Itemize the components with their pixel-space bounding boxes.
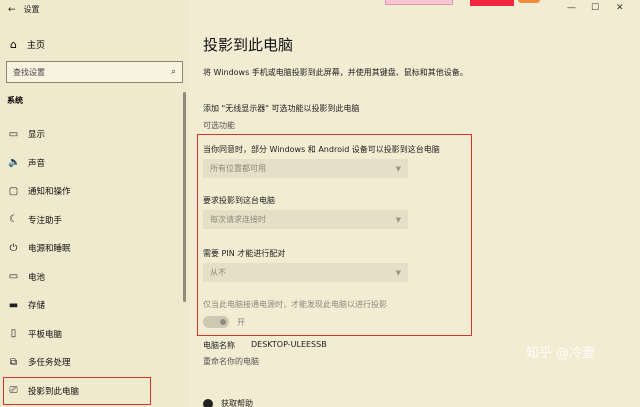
toggle-knob xyxy=(220,319,226,325)
section-heading: 系统 xyxy=(7,96,23,105)
sidebar-nav: ▭ 显示 🔈 声音 ▢ 通知和操作 ☾ 专注助手 ⏻ 电源和睡眠 ▭ 电池 ▬ 存储 ▯ 平板电… xyxy=(0,120,183,405)
setting-label-request: 要求投影到这台电脑 xyxy=(203,196,275,205)
sidebar-item-notifications[interactable]: ▢ 通知和操作 xyxy=(0,177,183,206)
sidebar-item-power[interactable]: ⏻ 电源和睡眠 xyxy=(0,234,183,263)
sound-icon: 🔈 xyxy=(8,157,21,169)
sidebar-item-label: 电池 xyxy=(28,272,46,283)
home-item[interactable]: ⌂ 主页 xyxy=(8,38,45,51)
pin-dropdown[interactable]: 从不 ▼ xyxy=(203,263,408,282)
sidebar-item-label: 存储 xyxy=(28,301,46,312)
battery-icon: ▭ xyxy=(8,271,19,283)
chevron-down-icon: ▼ xyxy=(395,268,401,277)
request-dropdown[interactable]: 每次请求连接时 ▼ xyxy=(203,210,408,229)
pc-name-value: DESKTOP-ULEESSB xyxy=(251,340,327,349)
back-arrow-icon[interactable]: ← xyxy=(8,5,16,15)
display-icon: ▭ xyxy=(8,128,19,140)
sidebar-item-storage[interactable]: ▬ 存储 xyxy=(0,291,183,320)
get-help-link[interactable]: 获取帮助 xyxy=(203,398,253,407)
optional-features-link[interactable]: 可选功能 xyxy=(203,120,235,131)
dropdown-value: 从不 xyxy=(210,268,226,277)
sidebar-item-multitasking[interactable]: ⧉ 多任务处理 xyxy=(0,348,183,377)
sidebar-item-label: 显示 xyxy=(28,130,46,141)
storage-icon: ▬ xyxy=(8,299,19,311)
sidebar-item-display[interactable]: ▭ 显示 xyxy=(0,120,183,149)
tablet-icon: ▯ xyxy=(10,328,17,340)
dropdown-value: 所有位置都可用 xyxy=(210,164,266,173)
sidebar-scrollbar[interactable] xyxy=(183,92,186,302)
sidebar-item-label: 电源和睡眠 xyxy=(28,244,71,255)
sidebar-item-label: 声音 xyxy=(28,158,46,169)
sidebar-item-label: 通知和操作 xyxy=(28,187,71,198)
search-icon[interactable]: ⌕ xyxy=(171,67,176,77)
sidebar-item-label: 平板电脑 xyxy=(28,329,63,340)
search-box[interactable]: 查找设置 ⌕ xyxy=(6,61,183,83)
sidebar: ← 设置 ⌂ 主页 查找设置 ⌕ 系统 ▭ 显示 🔈 声音 ▢ 通知和操作 ☾ 专注助手… xyxy=(0,0,189,407)
power-toggle-row: 开 xyxy=(203,316,245,328)
dropdown-value: 每次请求连接时 xyxy=(210,215,266,224)
help-label: 获取帮助 xyxy=(221,399,253,407)
home-icon: ⌂ xyxy=(10,38,17,51)
home-label: 主页 xyxy=(27,41,46,51)
notification-icon: ▢ xyxy=(8,185,19,197)
pc-name-label: 电脑名称 xyxy=(203,341,235,350)
sidebar-item-sound[interactable]: 🔈 声音 xyxy=(0,149,183,178)
availability-dropdown[interactable]: 所有位置都可用 ▼ xyxy=(203,159,408,178)
help-icon xyxy=(203,398,213,407)
page-title: 投影到此电脑 xyxy=(203,36,294,54)
sidebar-item-focus-assist[interactable]: ☾ 专注助手 xyxy=(0,206,183,235)
power-note: 仅当此电脑接通电源时，才能发现此电脑以进行投影 xyxy=(203,300,387,309)
watermark: 知乎 @冷壹 xyxy=(526,346,596,361)
setting-label-availability: 当你同意时，部分 Windows 和 Android 设备可以投影到这台电脑 xyxy=(203,145,440,154)
moon-icon: ☾ xyxy=(9,214,18,226)
chevron-down-icon: ▼ xyxy=(395,164,401,173)
pc-name-row: 电脑名称 DESKTOP-ULEESSB xyxy=(203,340,327,351)
add-feature-text: 添加 "无线显示器" 可选功能以投影到此电脑 xyxy=(203,104,360,113)
sidebar-item-tablet[interactable]: ▯ 平板电脑 xyxy=(0,320,183,349)
window-title-bar: ← 设置 xyxy=(8,4,40,15)
sidebar-item-label: 投影到此电脑 xyxy=(28,386,80,397)
rename-pc-link[interactable]: 重命名你的电脑 xyxy=(203,356,259,367)
sidebar-item-battery[interactable]: ▭ 电池 xyxy=(0,263,183,292)
power-icon: ⏻ xyxy=(9,242,18,254)
setting-label-pin: 需要 PIN 才能进行配对 xyxy=(203,249,286,258)
window-title: 设置 xyxy=(23,5,40,14)
sidebar-item-label: 多任务处理 xyxy=(28,358,71,369)
project-icon: ⎚ xyxy=(9,385,18,397)
sidebar-item-label: 专注助手 xyxy=(28,215,63,226)
chevron-down-icon: ▼ xyxy=(395,215,401,224)
power-toggle[interactable] xyxy=(203,316,229,328)
toggle-label: 开 xyxy=(237,317,245,327)
search-input[interactable]: 查找设置 xyxy=(13,67,45,78)
page-description: 将 Windows 手机或电脑投影到此屏幕，并使用其键盘、鼠标和其他设备。 xyxy=(203,68,468,77)
multitask-icon: ⧉ xyxy=(9,356,18,368)
sidebar-item-project-to-pc[interactable]: ⎚ 投影到此电脑 xyxy=(3,376,151,405)
